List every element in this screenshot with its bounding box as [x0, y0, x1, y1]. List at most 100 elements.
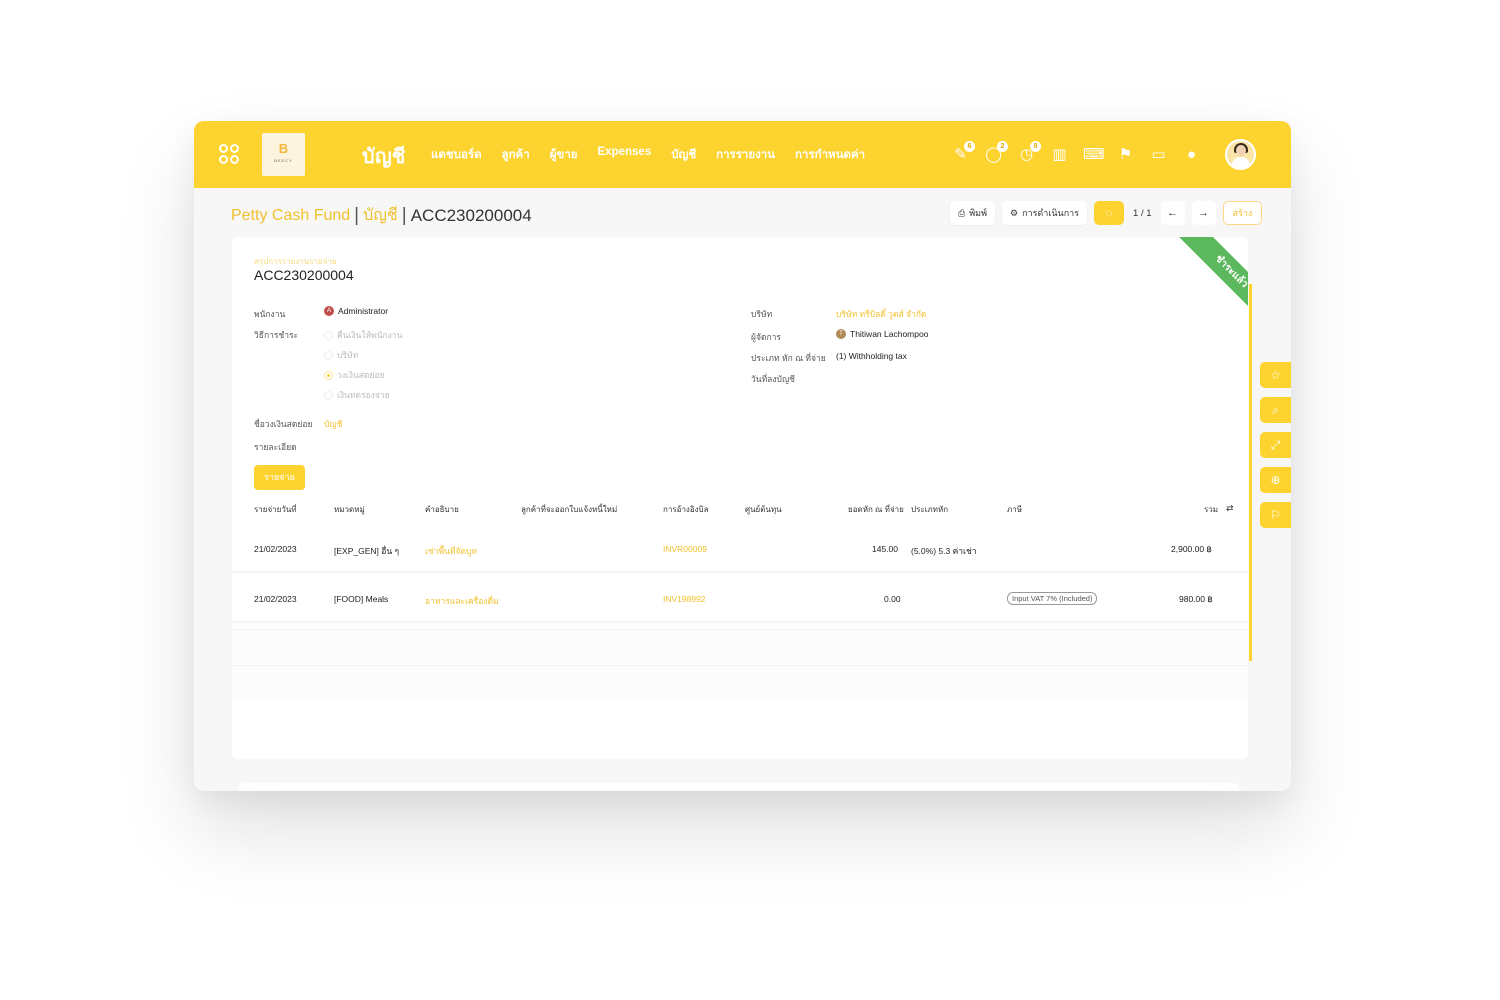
empty-row — [232, 629, 1248, 665]
table-header: รายจ่ายวันที่ หมวดหมู่ คำอธิบาย ลูกค้าที… — [254, 503, 1234, 519]
row-date: 21/02/2023 — [254, 594, 297, 604]
petty-cash-label: ชื่อวงเงินสดย่อย — [254, 419, 313, 429]
employee-field[interactable]: A Administrator — [324, 306, 388, 316]
menu-customers[interactable]: ลูกค้า — [502, 146, 530, 164]
breadcrumb-separator: | — [354, 204, 360, 226]
col-total[interactable]: รวม — [1204, 503, 1218, 516]
code-icon[interactable]: ⌨ — [1083, 145, 1105, 164]
menu-dashboard[interactable]: แดชบอร์ด — [431, 146, 482, 164]
payment-option-advance[interactable]: เงินทดรองจ่าย — [324, 388, 390, 402]
form-sheet: ชำระแล้ว สรุปการรายงานรายจ่าย ACC2302000… — [232, 237, 1248, 759]
brush-icon[interactable]: ⚑ — [1116, 145, 1135, 164]
row-total: 980.00 ฿ — [1179, 594, 1213, 604]
prev-record-button[interactable]: ← — [1160, 201, 1185, 225]
logo-letter: B — [278, 141, 289, 156]
breadcrumb-separator: | — [401, 204, 407, 226]
col-cost-center[interactable]: ศูนย์ต้นทุน — [745, 503, 782, 516]
chart-icon[interactable]: ▥ — [1050, 145, 1069, 164]
col-date[interactable]: รายจ่ายวันที่ — [254, 503, 297, 516]
wht-type-value[interactable]: (1) Withholding tax — [836, 351, 907, 361]
apps-menu-icon[interactable] — [219, 144, 241, 166]
manager-field[interactable]: T Thitiwan Lachompoo — [836, 329, 928, 339]
search-icon[interactable]: ⌕ — [1260, 397, 1291, 423]
activity-icon[interactable]: ✎ 6 — [951, 141, 975, 164]
printer-icon: ⎙ — [958, 208, 966, 218]
chat-badge: 2 — [997, 141, 1008, 152]
arrow-left-icon: ← — [1167, 207, 1179, 219]
chatter-section — [239, 783, 1239, 791]
create-button[interactable]: สร้าง — [1222, 201, 1263, 225]
paid-ribbon: ชำระแล้ว — [1169, 237, 1248, 334]
activity-badge: 6 — [964, 141, 975, 152]
zoom-icon[interactable]: ⊕ — [1260, 467, 1291, 493]
wht-type-label: ประเภท หัก ณ ที่จ่าย — [751, 353, 826, 363]
row-date: 21/02/2023 — [254, 544, 297, 554]
pager-value[interactable]: 1 / 1 — [1131, 208, 1154, 219]
app-window: B BEECY บัญชี แดชบอร์ด ลูกค้า ผู้ขาย Exp… — [194, 121, 1291, 791]
document-number: ACC230200004 — [254, 267, 354, 283]
expand-icon[interactable]: ⤢ — [1260, 432, 1291, 458]
tab-expenses[interactable]: รายจ่าย — [254, 465, 305, 490]
action-button[interactable]: ⚙ การดำเนินการ — [1002, 201, 1088, 225]
row-category: [FOOD] Meals — [334, 594, 389, 604]
star-icon[interactable]: ☆ — [1260, 362, 1291, 388]
payment-option-employee[interactable]: คืนเงินให้พนักงาน — [324, 328, 402, 342]
scroll-indicator — [1249, 284, 1252, 661]
menu-accounting[interactable]: บัญชี — [671, 146, 696, 164]
col-bill-reference[interactable]: การอ้างอิงบิล — [663, 503, 709, 516]
column-settings-icon[interactable]: ⇄ — [1226, 503, 1234, 514]
table-row[interactable]: 21/02/2023 [EXP_GEN] อื่น ๆ เช่าพื้นที่จ… — [232, 529, 1248, 571]
refresh-icon: ◌ — [1105, 206, 1113, 220]
control-panel-actions: ⎙ พิมพ์ ⚙ การดำเนินการ ◌ 1 / 1 ← → สร้าง — [950, 201, 1263, 225]
logo-text: BEECY — [274, 158, 293, 163]
bookmark-icon[interactable]: ⚐ — [1260, 502, 1291, 528]
company-logo[interactable]: B BEECY — [262, 133, 305, 176]
row-wht-type: (5.0%) 5.3 ค่าเช่า — [911, 546, 977, 556]
col-category[interactable]: หมวดหมู่ — [334, 503, 365, 516]
chat-icon[interactable]: ◯ 2 — [984, 141, 1008, 164]
company-label: บริษัท — [751, 309, 773, 319]
side-toolbar: ☆ ⌕ ⤢ ⊕ ⚐ — [1260, 362, 1291, 528]
gear-icon: ⚙ — [1010, 208, 1019, 218]
top-navbar: B BEECY บัญชี แดชบอร์ด ลูกค้า ผู้ขาย Exp… — [194, 121, 1291, 188]
timer-badge: 9 — [1030, 141, 1041, 152]
timer-icon[interactable]: ◷ 9 — [1017, 141, 1041, 164]
row-bill-reference[interactable]: INV198992 — [663, 594, 706, 604]
col-description[interactable]: คำอธิบาย — [425, 503, 459, 516]
table-row[interactable]: 21/02/2023 [FOOD] Meals อาหารและเครื่องด… — [232, 579, 1248, 621]
row-total: 2,900.00 ฿ — [1171, 544, 1212, 554]
row-description[interactable]: เช่าพื้นที่จัดบูท — [425, 544, 477, 558]
row-wht-amount: 145.00 — [872, 544, 898, 554]
row-bill-reference[interactable]: INVR00009 — [663, 544, 707, 554]
refresh-button[interactable]: ◌ — [1094, 201, 1125, 225]
col-wht-type[interactable]: ประเภทหัก — [911, 503, 948, 516]
row-description[interactable]: อาหารและเครื่องดื่ม — [425, 594, 499, 608]
menu-reporting[interactable]: การรายงาน — [716, 146, 775, 164]
print-button[interactable]: ⎙ พิมพ์ — [950, 201, 996, 225]
row-tax-tag: Input VAT 7% (Included) — [1007, 592, 1098, 605]
row-wht-amount: 0.00 — [884, 594, 901, 604]
employee-label: พนักงาน — [254, 309, 286, 319]
menu-expenses[interactable]: Expenses — [598, 146, 652, 164]
petty-cash-value[interactable]: บัญชี — [324, 417, 342, 431]
detail-label: รายละเอียด — [254, 442, 297, 452]
app-title[interactable]: บัญชี — [362, 140, 405, 172]
menu-vendors[interactable]: ผู้ขาย — [550, 146, 578, 164]
company-value[interactable]: บริษัท ทรีบิลดิ์ วูดส์ จำกัด — [836, 307, 926, 321]
next-record-button[interactable]: → — [1191, 201, 1216, 225]
bulb-icon[interactable]: ● — [1182, 145, 1201, 164]
user-avatar[interactable] — [1225, 139, 1256, 170]
status-ribbon: ชำระแล้ว — [1148, 237, 1248, 337]
col-reinvoice-customer[interactable]: ลูกค้าที่จะออกใบแจ้งหนี้ใหม่ — [521, 503, 617, 516]
payment-option-company[interactable]: บริษัท — [324, 348, 358, 362]
breadcrumb-section[interactable]: บัญชี — [363, 203, 398, 228]
menu-configuration[interactable]: การกำหนดค่า — [795, 146, 865, 164]
payment-label: วิธีการชำระ — [254, 330, 299, 340]
payment-option-petty-cash[interactable]: วงเงินสดย่อย — [324, 368, 385, 382]
breadcrumb: Petty Cash Fund | บัญชี | ACC230200004 — [231, 203, 532, 228]
note-icon[interactable]: ▭ — [1149, 145, 1168, 164]
breadcrumb-current: ACC230200004 — [410, 205, 532, 225]
col-wht-amount[interactable]: ยอดหัก ณ ที่จ่าย — [848, 503, 904, 516]
col-tax[interactable]: ภาษี — [1007, 503, 1022, 516]
breadcrumb-parent[interactable]: Petty Cash Fund — [231, 207, 350, 225]
